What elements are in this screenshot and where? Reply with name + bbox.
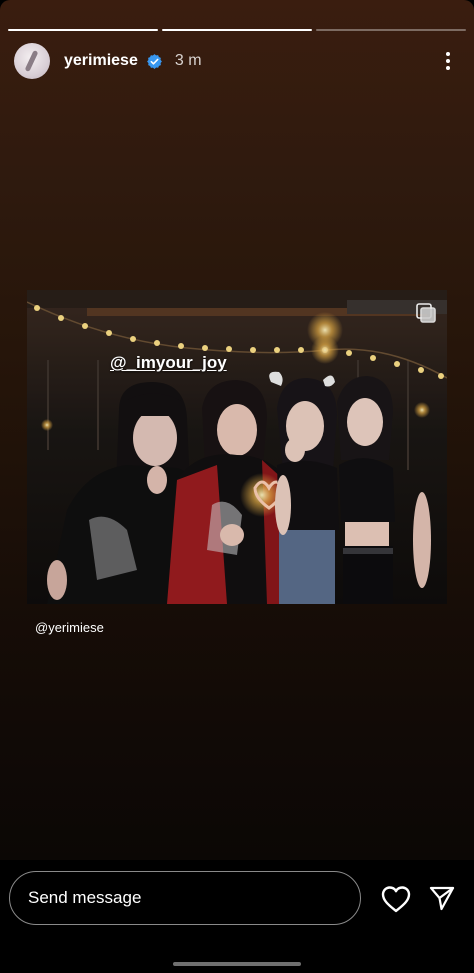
credit-mention[interactable]: @yerimiese [35,620,104,635]
avatar[interactable] [14,43,50,79]
home-indicator[interactable] [173,962,301,966]
heart-icon[interactable] [380,884,412,914]
username[interactable]: yerimiese [64,52,138,70]
verified-badge-icon [146,53,163,70]
story-view[interactable]: yerimiese 3 m @_imyour_joy @yerimiese [0,0,474,860]
send-icon[interactable] [428,884,456,912]
reply-bar: Send message [0,860,474,973]
progress-bar [8,29,466,31]
story-photo[interactable]: @_imyour_joy [27,290,447,604]
progress-segment [8,29,158,31]
story-header: yerimiese 3 m [14,42,460,80]
progress-segment [316,29,466,31]
mention-sticker[interactable]: @_imyour_joy [110,353,227,373]
send-message-input[interactable]: Send message [9,871,361,925]
post-time: 3 m [174,52,202,69]
more-vertical-icon[interactable] [436,49,460,73]
send-message-placeholder: Send message [28,888,142,907]
progress-segment [162,29,312,31]
